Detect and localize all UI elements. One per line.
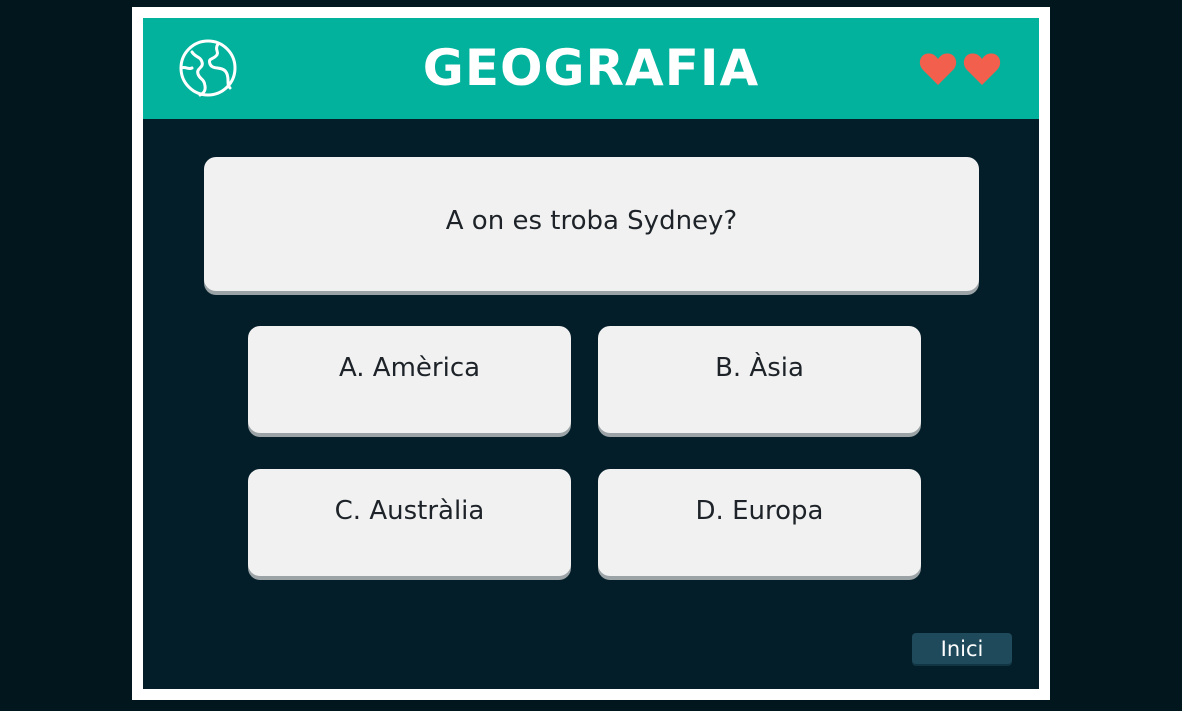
answer-label: A. Amèrica (338, 353, 481, 383)
answer-label: C. Austràlia (334, 496, 485, 526)
answer-label: B. Àsia (715, 353, 804, 383)
lives-indicator (919, 52, 1001, 86)
heart-icon (963, 53, 1001, 85)
answer-button-d[interactable]: D. Europa (598, 469, 921, 576)
home-button[interactable]: Inici (912, 633, 1012, 664)
category-title: GEOGRAFIA (422, 39, 760, 97)
heart-icon (919, 53, 957, 85)
answer-button-a[interactable]: A. Amèrica (248, 326, 571, 433)
quiz-stage: GEOGRAFIA A on es troba Sydney? A. Amèri… (143, 18, 1039, 689)
question-text: A on es troba Sydney? (445, 206, 738, 236)
question-card: A on es troba Sydney? (204, 157, 979, 291)
answer-label: D. Europa (695, 496, 824, 526)
answer-button-b[interactable]: B. Àsia (598, 326, 921, 433)
game-frame: GEOGRAFIA A on es troba Sydney? A. Amèri… (132, 7, 1050, 700)
answer-button-c[interactable]: C. Austràlia (248, 469, 571, 576)
home-button-label: Inici (940, 636, 984, 661)
header-bar: GEOGRAFIA (143, 18, 1039, 119)
